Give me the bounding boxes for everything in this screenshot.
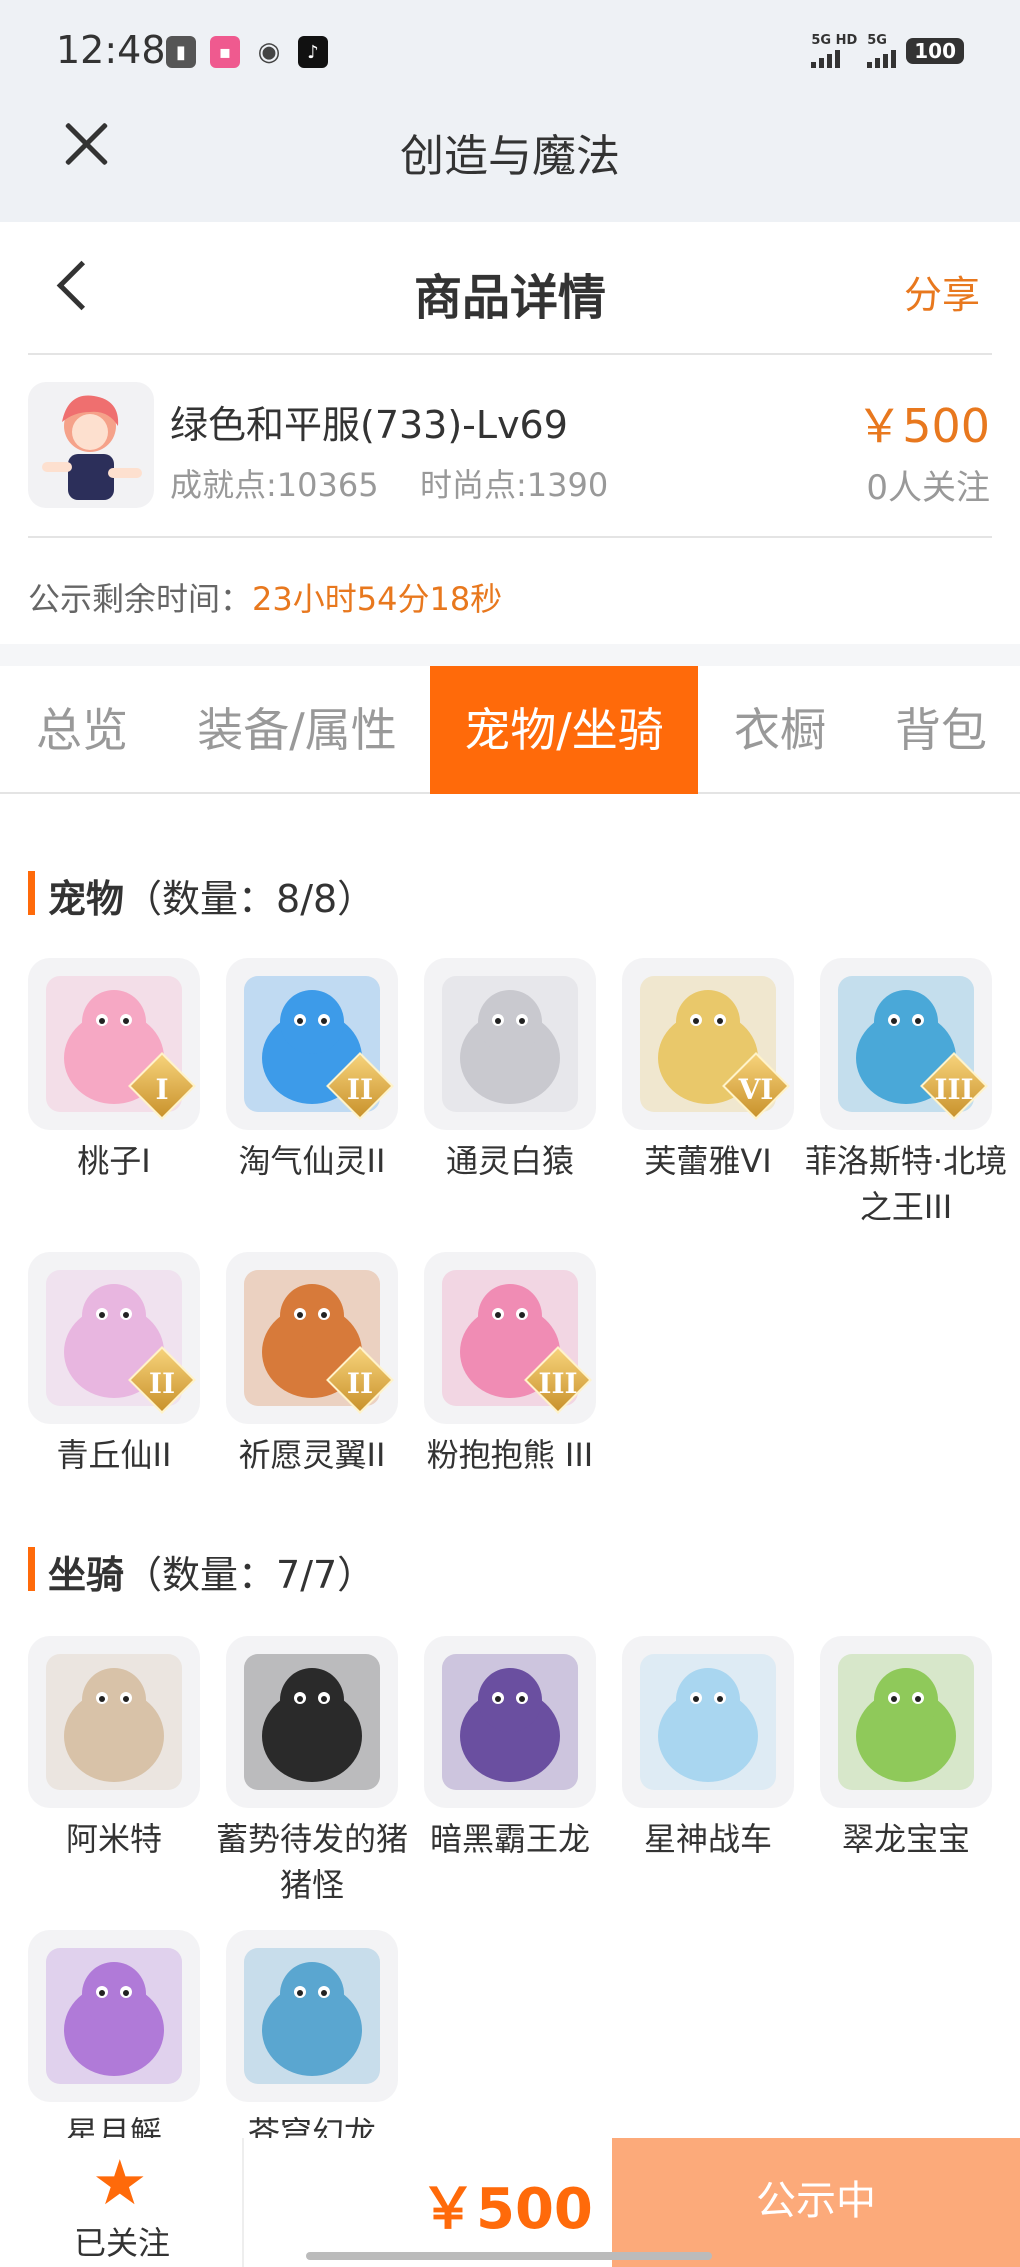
cat-app-icon: ◉ (257, 37, 281, 67)
character-avatar (28, 382, 154, 508)
tiktok-icon: ♪ (298, 36, 328, 68)
tier-badge-label: II (346, 1367, 374, 1400)
notice-countdown: 23小时54分18秒 (252, 580, 503, 618)
product-name: 绿色和平服(733)-Lv69 (170, 403, 568, 447)
pets-name: 芙蕾雅VI (644, 1142, 772, 1180)
pets-name: 祈愿灵翼II (238, 1436, 386, 1474)
tier-badge-label: VI (738, 1073, 774, 1106)
notice-label: 公示剩余时间： (28, 580, 253, 618)
publicity-status-button[interactable]: 公示中 (612, 2138, 1020, 2267)
mounts-image (244, 1654, 380, 1790)
pets-name: 粉抱抱熊 III (426, 1436, 594, 1474)
mounts-card[interactable] (226, 1930, 398, 2102)
pets-card[interactable]: II (28, 1252, 200, 1424)
pets-name: 桃子I (77, 1142, 151, 1180)
tab-equipment[interactable]: 装备/属性 (164, 666, 430, 794)
mounts-name: 阿米特 (65, 1820, 162, 1858)
tab-pets-mounts[interactable]: 宠物/坐骑 (430, 666, 698, 794)
home-indicator (306, 2252, 712, 2260)
achievement-points: 成就点:10365 (170, 466, 379, 504)
bottom-price: ￥500 (420, 2177, 593, 2242)
pets-card[interactable]: II (226, 958, 398, 1130)
share-button[interactable]: 分享 (904, 264, 980, 319)
pets-name: 菲洛斯特·北境之王III (804, 1142, 1008, 1226)
mounts-card[interactable] (28, 1930, 200, 2102)
tier-badge-label: III (538, 1367, 578, 1400)
mounts-card[interactable] (622, 1636, 794, 1808)
pets-card[interactable]: III (820, 958, 992, 1130)
mounts-image (838, 1654, 974, 1790)
mounts-image (244, 1948, 380, 2084)
pets-section-title: 宠物（数量：8/8） (48, 877, 376, 921)
signal-1: 5G HD (811, 34, 857, 68)
mounts-card[interactable] (820, 1636, 992, 1808)
pets-name: 通灵白猿 (445, 1142, 574, 1180)
section-marker (28, 871, 35, 915)
network-label: 5G HD (811, 33, 858, 48)
status-time: 12:48 (56, 28, 166, 72)
pets-card[interactable] (424, 958, 596, 1130)
pets-card[interactable]: II (226, 1252, 398, 1424)
fashion-points: 时尚点:1390 (420, 466, 609, 504)
signal-bars-icon (811, 48, 857, 68)
pets-card[interactable]: VI (622, 958, 794, 1130)
tier-badge-label: II (148, 1367, 176, 1400)
mounts-name: 暗黑霸王龙 (429, 1820, 590, 1858)
pets-image (442, 976, 578, 1112)
signal-bars-icon (867, 48, 897, 68)
mounts-image (46, 1654, 182, 1790)
divider (28, 536, 992, 538)
bottom-action-bar: ★ 已关注 ￥500 公示中 (0, 2138, 1020, 2267)
notification-icons: ▮ ▪ ◉ ♪ (166, 36, 328, 68)
mounts-card[interactable] (424, 1636, 596, 1808)
top-app-region: 12:48 ▮ ▪ ◉ ♪ 5G HD 5G 100 创造与魔法 (0, 0, 1020, 222)
mounts-image (442, 1654, 578, 1790)
network-label: 5G (867, 33, 887, 48)
pets-card[interactable]: III (424, 1252, 596, 1424)
tab-backpack[interactable]: 背包 (862, 666, 1020, 794)
notice-time: 公示剩余时间：23小时54分18秒 (28, 574, 502, 620)
tier-badge-label: III (934, 1073, 974, 1106)
follow-button[interactable]: ★ 已关注 (0, 2138, 244, 2267)
tab-overview[interactable]: 总览 (0, 666, 164, 794)
pets-card[interactable]: I (28, 958, 200, 1130)
bilibili-icon: ▪ (210, 36, 240, 68)
pets-name: 青丘仙II (56, 1436, 172, 1474)
app-title: 创造与魔法 (400, 131, 620, 182)
mounts-name: 蓄势待发的猪猪怪 (215, 1820, 408, 1904)
clipboard-icon: ▮ (166, 36, 196, 68)
section-marker (28, 1547, 35, 1591)
tab-wardrobe[interactable]: 衣橱 (698, 666, 862, 794)
star-icon: ★ (92, 2146, 148, 2219)
pets-name: 淘气仙灵II (238, 1142, 386, 1180)
follow-label: 已关注 (73, 2224, 170, 2262)
divider (28, 353, 992, 355)
system-indicators: 5G HD 5G 100 (811, 34, 964, 68)
mounts-section-title: 坐骑（数量：7/7） (48, 1553, 376, 1597)
mounts-name: 翠龙宝宝 (841, 1820, 970, 1858)
mounts-name: 星神战车 (643, 1820, 772, 1858)
mounts-image (640, 1654, 776, 1790)
mounts-image (46, 1948, 182, 2084)
follower-count: 0人关注 (866, 468, 990, 508)
battery-icon: 100 (906, 38, 964, 64)
product-price: ￥500 (856, 399, 990, 453)
tab-bar: 总览 装备/属性 宠物/坐骑 衣橱 背包 (0, 666, 1020, 794)
page-title: 商品详情 (413, 270, 606, 326)
mounts-card[interactable] (28, 1636, 200, 1808)
tier-badge-label: I (155, 1073, 169, 1106)
tier-badge-label: II (346, 1073, 374, 1106)
mounts-card[interactable] (226, 1636, 398, 1808)
section-spacer (0, 644, 1020, 666)
signal-2: 5G (867, 33, 897, 68)
